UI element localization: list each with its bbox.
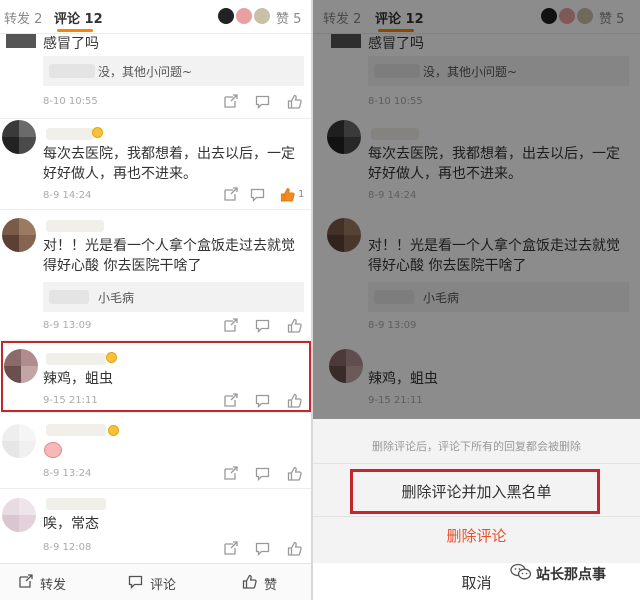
avatar[interactable] xyxy=(2,424,36,458)
vip-badge-icon xyxy=(92,127,103,138)
tab-bar: 转发 2 评论 12 赞 5 xyxy=(0,0,312,34)
reply-box[interactable]: 小毛病 xyxy=(43,282,304,312)
comment-text: 每次去医院，我都想着，出去以后，一定好好做人，再也不进来。 xyxy=(43,146,295,182)
divider xyxy=(0,118,312,119)
divider xyxy=(313,516,640,517)
comment-icon[interactable] xyxy=(255,318,270,334)
reply-text: 小毛病 xyxy=(98,291,135,305)
reply-box[interactable]: 没，其他小问题~ xyxy=(43,56,304,86)
comment-time: 8-9 14:24 xyxy=(43,190,92,201)
sheet-hint: 删除评论后，评论下所有的回复都会被删除 xyxy=(372,440,581,453)
reply-author-blur xyxy=(49,290,89,304)
comment-icon[interactable] xyxy=(255,541,270,557)
liker-avatar[interactable] xyxy=(254,8,270,24)
like-count: 1 xyxy=(298,189,305,200)
comment-time: 8-10 10:55 xyxy=(43,96,98,107)
like-icon[interactable] xyxy=(287,94,302,109)
tab-likes[interactable]: 赞 5 xyxy=(276,8,301,27)
username-blur[interactable] xyxy=(46,424,106,436)
avatar[interactable] xyxy=(2,120,36,154)
delete-sheet-panel: 转发 2 评论 12 赞 5 感冒了吗 没，其他小问题~ 8-10 10:55 … xyxy=(313,0,640,600)
repost-icon[interactable] xyxy=(223,466,238,481)
repost-button[interactable]: 转发 xyxy=(40,574,66,593)
comment-text: 唉，常态 xyxy=(43,516,99,532)
username-blur[interactable] xyxy=(46,498,106,510)
wechat-icon xyxy=(510,563,532,581)
divider xyxy=(313,463,640,464)
like-icon[interactable] xyxy=(287,318,302,333)
comment-icon[interactable] xyxy=(128,574,143,590)
tab-active-indicator xyxy=(57,29,93,32)
divider xyxy=(0,209,312,210)
emoji-icon xyxy=(44,442,62,458)
reply-author-blur xyxy=(49,64,95,78)
selected-comment-highlight xyxy=(1,341,311,412)
tab-repost[interactable]: 转发 2 xyxy=(4,8,42,27)
like-icon[interactable] xyxy=(287,466,302,481)
repost-icon[interactable] xyxy=(18,574,33,589)
reply-text: 没，其他小问题~ xyxy=(98,65,193,79)
comment-text: 感冒了吗 xyxy=(43,36,99,52)
comment-time: 8-9 12:08 xyxy=(43,542,92,553)
liker-avatar[interactable] xyxy=(218,8,234,24)
like-button[interactable]: 赞 xyxy=(264,574,277,593)
avatar[interactable] xyxy=(2,498,36,532)
comment-icon[interactable] xyxy=(255,94,270,110)
repost-icon[interactable] xyxy=(223,94,238,109)
avatar[interactable] xyxy=(6,34,36,48)
comment-button[interactable]: 评论 xyxy=(150,574,176,593)
comment-text: 对！！光是看一个人拿个盒饭走过去就觉得好心酸 你去医院干啥了 xyxy=(43,238,295,274)
username-blur[interactable] xyxy=(46,128,94,140)
comment-icon[interactable] xyxy=(255,466,270,482)
comment-time: 8-9 13:24 xyxy=(43,468,92,479)
repost-icon[interactable] xyxy=(223,318,238,333)
like-icon[interactable] xyxy=(280,187,295,202)
watermark-text: 站长那点事 xyxy=(536,567,606,583)
list-item: 每次去医院，我都想着，出去以后，一定好好做人，再也不进来。 8-9 14:24 xyxy=(0,120,312,210)
divider xyxy=(0,412,312,413)
comment-time: 8-9 13:09 xyxy=(43,320,92,331)
avatar[interactable] xyxy=(2,218,36,252)
vip-badge-icon xyxy=(108,425,119,436)
comment-list-panel: 转发 2 评论 12 赞 5 感冒了吗 没，其他小问题~ 8-10 10:55 … xyxy=(0,0,312,600)
username-blur[interactable] xyxy=(46,220,104,232)
liker-avatar[interactable] xyxy=(236,8,252,24)
like-icon[interactable] xyxy=(287,541,302,556)
like-icon[interactable] xyxy=(242,574,257,589)
bottom-action-bar: 转发 评论 赞 xyxy=(0,563,312,600)
comment-icon[interactable] xyxy=(250,187,265,203)
repost-icon[interactable] xyxy=(223,541,238,556)
annotation-highlight-box xyxy=(350,469,600,514)
repost-icon[interactable] xyxy=(223,187,238,202)
delete-comment-button[interactable]: 删除评论 xyxy=(313,525,640,546)
tab-comments[interactable]: 评论 12 xyxy=(54,8,103,27)
divider xyxy=(0,488,312,489)
